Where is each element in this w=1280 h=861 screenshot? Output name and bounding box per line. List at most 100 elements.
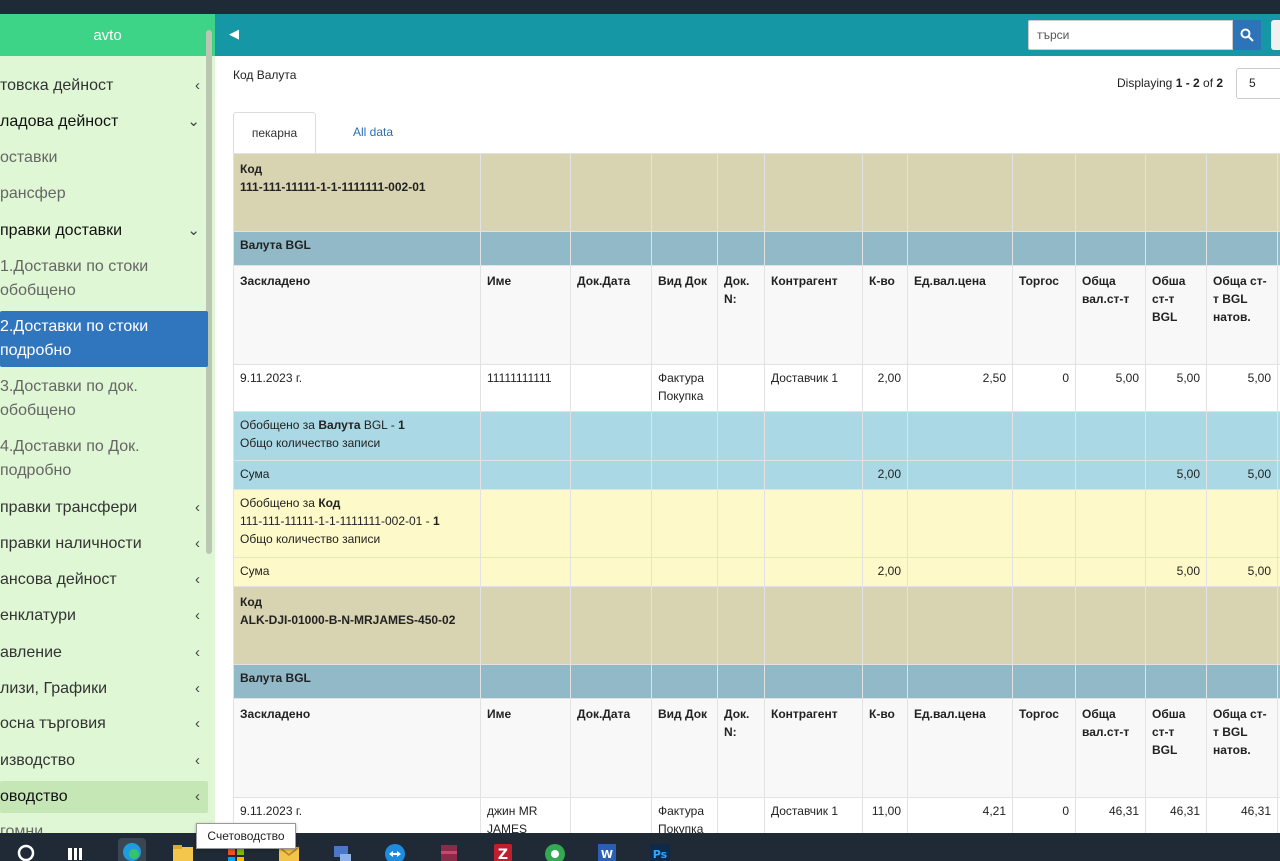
sidebar-toggle-icon[interactable]: ◀ [229, 26, 239, 42]
chevron-left-icon: ‹ [195, 752, 200, 769]
table-cell [570, 797, 652, 833]
currency-summary-row: Обобщено за Валута BGL - 1 Общо количеств… [233, 411, 1280, 461]
group-row: Код 111-111-11111-1-1-1111111-002-01 [233, 153, 1280, 232]
sidebar-item-12[interactable]: енклатури ‹ [0, 604, 208, 628]
sidebar-item-9[interactable]: правки трансфери ‹ [0, 496, 208, 520]
sidebar-item-16[interactable]: изводство ‹ [0, 749, 208, 773]
chevron-down-icon: ⌄ [187, 222, 200, 239]
column-header[interactable]: Заскладено [233, 265, 481, 365]
table-cell: 4,21 [907, 797, 1013, 833]
column-header[interactable]: Име [480, 698, 571, 798]
sidebar-item-7[interactable]: 3.Доставки по док. обобщено [0, 375, 208, 423]
column-header[interactable]: Док.Дата [570, 265, 652, 365]
os-taskbar: Z W Ps [0, 833, 1280, 861]
table-cell: 0 [1012, 797, 1076, 833]
code-summary-row: Обобщено за Код 111-111-11111-1-1-1111111… [233, 489, 1280, 558]
winrar-icon[interactable] [438, 842, 460, 861]
photoshop-icon[interactable]: Ps [649, 842, 671, 861]
column-header[interactable]: Ед.вал.цена [907, 265, 1013, 365]
column-header[interactable]: Торгос [1012, 265, 1076, 365]
edge-icon[interactable] [118, 838, 146, 861]
sum-qty: 2,00 [862, 557, 908, 587]
svg-text:Ps: Ps [653, 848, 668, 861]
task-view-icon[interactable] [64, 842, 86, 861]
tab-bakery[interactable]: пекарна [233, 112, 316, 154]
column-header[interactable]: Ед.вал.цена [907, 698, 1013, 798]
column-header[interactable]: Име [480, 265, 571, 365]
table-cell: 5,00 [1075, 364, 1146, 412]
sidebar-item-18[interactable]: гомни [0, 820, 208, 833]
column-header-row: Заскладено Име Док.Дата Вид Док Док. N: … [233, 698, 1280, 798]
search-icon [1240, 28, 1254, 42]
column-header[interactable]: Контрагент [764, 265, 863, 365]
chevron-down-icon: ⌄ [187, 113, 200, 130]
sidebar-item-8[interactable]: 4.Доставки по Док. подробно [0, 435, 208, 483]
sidebar-item-3[interactable]: рансфер [0, 182, 208, 206]
table-cell: 9.11.2023 г. [233, 364, 481, 412]
sidebar-item-13[interactable]: авление ‹ [0, 641, 208, 665]
chevron-left-icon: ‹ [195, 607, 200, 624]
sidebar-item-2[interactable]: оставки [0, 146, 208, 170]
chevron-left-icon: ‹ [195, 644, 200, 661]
filezilla-icon[interactable]: Z [492, 842, 514, 861]
column-header[interactable]: Заскладено [233, 698, 481, 798]
sidebar-item-15[interactable]: осна търговия ‹ [0, 712, 208, 736]
window-top-strip [0, 0, 1280, 14]
table-cell: 46,31 [1145, 797, 1207, 833]
page-size-select[interactable]: 5 [1236, 68, 1280, 99]
column-header[interactable]: Вид Док [651, 265, 718, 365]
column-header[interactable]: Обща ст-т BGL натов. [1206, 265, 1278, 365]
column-header[interactable]: Док.Дата [570, 698, 652, 798]
sum-qty: 2,00 [862, 460, 908, 490]
sidebar-tooltip: Счетоводство [196, 823, 296, 849]
column-header[interactable]: Обща ст-т BGL натов. [1206, 698, 1278, 798]
column-header[interactable]: Обща вал.ст-т [1075, 698, 1146, 798]
currency-row: Валута BGL [233, 664, 1280, 699]
table-cell: 5,00 [1145, 364, 1207, 412]
column-header[interactable]: Обша ст-т BGL [1145, 698, 1207, 798]
sum-bgl: 5,00 [1145, 460, 1207, 490]
search-icon[interactable] [15, 842, 37, 861]
table-cell: Фактура Покупка [651, 364, 718, 412]
teamviewer-icon[interactable] [384, 842, 406, 861]
sidebar-item-4[interactable]: правки доставки ⌄ [0, 219, 208, 243]
chevron-left-icon: ‹ [195, 571, 200, 588]
code-summary-cell: Обобщено за Код 111-111-11111-1-1-1111111… [233, 489, 481, 558]
table-cell: 0 [1012, 364, 1076, 412]
sidebar-item-1[interactable]: ладова дейност ⌄ [0, 110, 208, 134]
search-button[interactable] [1233, 20, 1261, 50]
chevron-left-icon: ‹ [195, 535, 200, 552]
column-header[interactable]: Вид Док [651, 698, 718, 798]
tab-all-data[interactable]: All data [337, 112, 409, 154]
column-header[interactable]: Контрагент [764, 698, 863, 798]
app-title: avto [0, 14, 215, 56]
column-header[interactable]: К-во [862, 698, 908, 798]
column-header[interactable]: Док. N: [717, 265, 765, 365]
search-input[interactable] [1028, 20, 1233, 50]
column-header[interactable]: К-во [862, 265, 908, 365]
sidebar-item-0[interactable]: товска дейност ‹ [0, 74, 208, 98]
table-cell: Доставчик 1 [764, 364, 863, 412]
column-header-row: Заскладено Име Док.Дата Вид Док Док. N: … [233, 265, 1280, 365]
header-extra-button[interactable] [1271, 20, 1280, 50]
column-header[interactable]: Торгос [1012, 698, 1076, 798]
folder-icon[interactable] [172, 842, 194, 861]
table-cell [717, 364, 765, 412]
chevron-left-icon: ‹ [195, 499, 200, 516]
sidebar-item-10[interactable]: правки наличности ‹ [0, 532, 208, 556]
word-icon[interactable]: W [596, 842, 618, 861]
column-header[interactable]: Обща вал.ст-т [1075, 265, 1146, 365]
sidebar-item-11[interactable]: ансова дейност ‹ [0, 568, 208, 592]
sidebar-item-5[interactable]: 1.Доставки по стоки обобщено [0, 255, 208, 303]
column-header[interactable]: Док. N: [717, 698, 765, 798]
sum-bgl: 5,00 [1145, 557, 1207, 587]
column-header[interactable]: Обша ст-т BGL [1145, 265, 1207, 365]
chrome-icon[interactable] [544, 842, 566, 861]
network-icon[interactable] [331, 842, 353, 861]
svg-text:Z: Z [498, 847, 508, 861]
sidebar-item-6[interactable]: 2.Доставки по стоки подробно [0, 311, 208, 367]
sidebar-item-17[interactable]: оводство ‹ [0, 781, 208, 813]
currency-row: Валута BGL [233, 231, 1280, 266]
table-cell: 2,50 [907, 364, 1013, 412]
sidebar-item-14[interactable]: лизи, Графики ‹ [0, 677, 208, 701]
